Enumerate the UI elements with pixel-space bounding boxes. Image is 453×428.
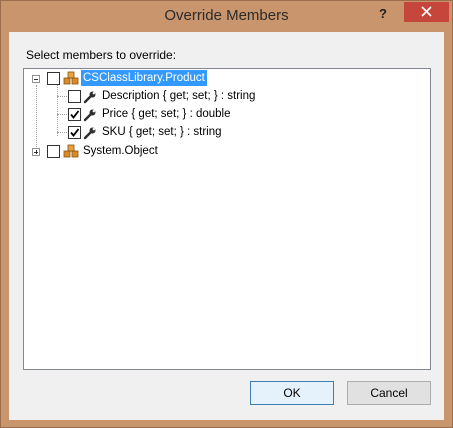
prompt-label: Select members to override:: [26, 48, 177, 62]
expand-toggle[interactable]: [32, 148, 40, 156]
class-icon: [63, 71, 79, 89]
root-class-checkbox[interactable]: [47, 72, 60, 85]
base-class-checkbox[interactable]: [47, 145, 60, 158]
base-class-label: System.Object: [83, 145, 158, 157]
member-label: SKU { get; set; } : string: [102, 126, 222, 138]
close-button[interactable]: [404, 2, 449, 22]
checkmark-icon: [70, 110, 80, 119]
help-button[interactable]: ?: [369, 3, 397, 25]
title-bar[interactable]: Override Members ?: [1, 1, 452, 32]
override-members-dialog: Override Members ? Select members to ove…: [0, 0, 453, 428]
cancel-button[interactable]: Cancel: [347, 381, 431, 405]
tree-node-member[interactable]: Price { get; set; } : double: [24, 106, 404, 124]
checkmark-icon: [70, 128, 80, 137]
dialog-body: Select members to override: CSClassLibra…: [9, 32, 444, 420]
close-icon: [421, 6, 432, 17]
member-label: Price { get; set; } : double: [102, 108, 231, 120]
collapse-toggle[interactable]: [32, 75, 40, 83]
member-label: Description { get; set; } : string: [102, 90, 256, 102]
root-class-label: CSClassLibrary.Product: [81, 70, 207, 86]
member-checkbox[interactable]: [68, 108, 81, 121]
class-icon: [63, 144, 79, 162]
tree-node-root-class[interactable]: CSClassLibrary.Product: [24, 70, 404, 88]
wrench-icon: [83, 108, 97, 125]
ok-button[interactable]: OK: [250, 381, 334, 405]
wrench-icon: [83, 126, 97, 143]
tree-node-member[interactable]: Description { get; set; } : string: [24, 88, 404, 106]
tree-node-member[interactable]: SKU { get; set; } : string: [24, 124, 404, 142]
members-tree[interactable]: CSClassLibrary.Product Description { get…: [23, 68, 431, 370]
wrench-icon: [83, 90, 97, 107]
member-checkbox[interactable]: [68, 90, 81, 103]
member-checkbox[interactable]: [68, 126, 81, 139]
tree-node-base-class[interactable]: System.Object: [24, 143, 404, 161]
